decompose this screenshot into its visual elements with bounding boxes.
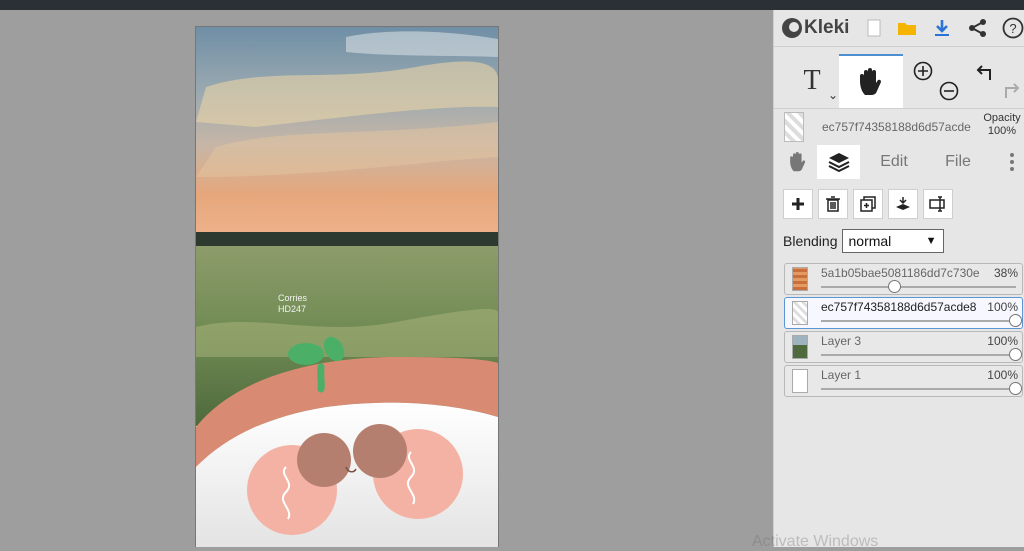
caption-line1: Corries bbox=[278, 293, 308, 303]
open-folder-icon[interactable] bbox=[896, 17, 918, 39]
hand-tool-button[interactable] bbox=[839, 54, 903, 108]
blending-value: normal bbox=[848, 233, 892, 249]
add-layer-button[interactable] bbox=[783, 189, 813, 219]
opacity-slider-handle[interactable] bbox=[1009, 314, 1022, 327]
side-panel: Kleki ? T ⌄ ec757f74358188d6d57acde Opac… bbox=[773, 10, 1024, 547]
tab-file[interactable]: File bbox=[932, 145, 984, 179]
duplicate-icon bbox=[860, 196, 876, 212]
active-layer-name: ec757f74358188d6d57acde bbox=[822, 120, 971, 134]
app-logo[interactable]: Kleki bbox=[782, 17, 849, 39]
redo-icon bbox=[1005, 83, 1020, 98]
zoom-out-icon bbox=[939, 81, 959, 101]
zoom-controls bbox=[910, 54, 964, 108]
opacity-slider-handle[interactable] bbox=[1009, 382, 1022, 395]
layer-opacity: 100% bbox=[987, 300, 1018, 314]
layer-name: Layer 1 bbox=[821, 368, 862, 382]
opacity-slider-track[interactable] bbox=[821, 354, 1016, 356]
tab-edit[interactable]: Edit bbox=[866, 145, 922, 179]
panel-tabs: Edit File bbox=[774, 145, 1024, 179]
new-image-icon[interactable] bbox=[863, 17, 885, 39]
chevron-down-icon: ▼ bbox=[925, 235, 937, 247]
rename-layer-button[interactable] bbox=[923, 189, 953, 219]
layer-thumbnail bbox=[792, 369, 808, 393]
chevron-down-icon[interactable]: ⌄ bbox=[828, 88, 838, 102]
drawing-canvas[interactable]: Corries HD247 bbox=[195, 26, 499, 547]
sprout-stem bbox=[317, 363, 325, 393]
layer-thumbnail bbox=[792, 335, 808, 359]
layer-thumbnail bbox=[792, 301, 808, 325]
duplicate-layer-button[interactable] bbox=[853, 189, 883, 219]
download-icon[interactable] bbox=[931, 17, 953, 39]
layer-list: 5a1b05bae5081186dd7c730e 38% ec757f74358… bbox=[784, 263, 1023, 399]
eye-left bbox=[297, 433, 351, 487]
layer-item[interactable]: Layer 3 100% bbox=[784, 331, 1023, 363]
share-icon[interactable] bbox=[967, 17, 989, 39]
layer-buttons bbox=[783, 189, 953, 219]
delete-layer-button[interactable] bbox=[818, 189, 848, 219]
blending-row: Blending normal ▼ bbox=[783, 229, 944, 253]
layer-opacity: 100% bbox=[987, 334, 1018, 348]
layer-name: ec757f74358188d6d57acde8 bbox=[821, 300, 977, 314]
tab-hand[interactable] bbox=[780, 145, 816, 179]
layer-name: Layer 3 bbox=[821, 334, 862, 348]
layer-item[interactable]: 5a1b05bae5081186dd7c730e 38% bbox=[784, 263, 1023, 295]
zoom-in-icon bbox=[913, 61, 933, 81]
hand-icon bbox=[860, 68, 882, 95]
canvas-caption: Corries HD247 bbox=[278, 293, 307, 315]
activate-windows-watermark: Activate Windows bbox=[752, 533, 879, 550]
layer-opacity: 38% bbox=[993, 266, 1018, 280]
blending-select[interactable]: normal ▼ bbox=[841, 229, 944, 253]
layer-name: 5a1b05bae5081186dd7c730e bbox=[821, 266, 980, 280]
app-title: Kleki bbox=[804, 17, 850, 38]
hand-tab-icon bbox=[790, 152, 806, 172]
caption-line2: HD247 bbox=[278, 304, 307, 314]
panel-header: Kleki ? bbox=[774, 10, 1024, 47]
rename-icon bbox=[929, 196, 945, 212]
opacity-slider-track[interactable] bbox=[821, 320, 1016, 322]
text-tool-button[interactable]: T ⌄ bbox=[784, 54, 840, 108]
opacity-slider-handle[interactable] bbox=[1009, 348, 1022, 361]
merge-layer-button[interactable] bbox=[888, 189, 918, 219]
undo-icon bbox=[976, 65, 991, 80]
layer-opacity: 100% bbox=[987, 368, 1018, 382]
opacity-slider-handle[interactable] bbox=[888, 280, 902, 293]
treeline bbox=[196, 232, 498, 246]
merge-down-icon bbox=[896, 197, 910, 210]
layer-item[interactable]: ec757f74358188d6d57acde8 100% bbox=[784, 297, 1023, 329]
active-layer-thumbnail bbox=[784, 112, 804, 142]
trash-icon bbox=[826, 196, 840, 212]
more-menu-icon[interactable] bbox=[1002, 145, 1022, 179]
toolbar: T ⌄ bbox=[774, 54, 1024, 109]
eye-right bbox=[353, 424, 407, 478]
active-layer-opacity[interactable]: Opacity 100% bbox=[981, 112, 1023, 138]
sprout-leaf-left bbox=[288, 343, 324, 365]
layer-item[interactable]: Layer 1 100% bbox=[784, 365, 1023, 397]
kleki-logo-icon bbox=[782, 18, 802, 38]
layers-icon bbox=[828, 153, 849, 172]
opacity-label: Opacity bbox=[983, 112, 1021, 124]
opacity-slider-track[interactable] bbox=[821, 388, 1016, 390]
layer-thumbnail bbox=[792, 267, 808, 291]
svg-text:?: ? bbox=[1009, 21, 1016, 36]
tab-layers[interactable] bbox=[817, 145, 860, 179]
text-tool-glyph: T bbox=[803, 65, 821, 96]
plus-icon bbox=[792, 198, 804, 210]
canvas-workspace[interactable]: Corries HD247 bbox=[0, 10, 773, 547]
blending-label: Blending bbox=[783, 233, 838, 249]
opacity-value: 100% bbox=[987, 125, 1017, 137]
help-icon[interactable]: ? bbox=[1002, 17, 1024, 39]
opacity-slider-track[interactable] bbox=[821, 286, 1016, 288]
top-bar bbox=[0, 0, 1024, 10]
undo-redo-controls bbox=[968, 54, 1024, 108]
